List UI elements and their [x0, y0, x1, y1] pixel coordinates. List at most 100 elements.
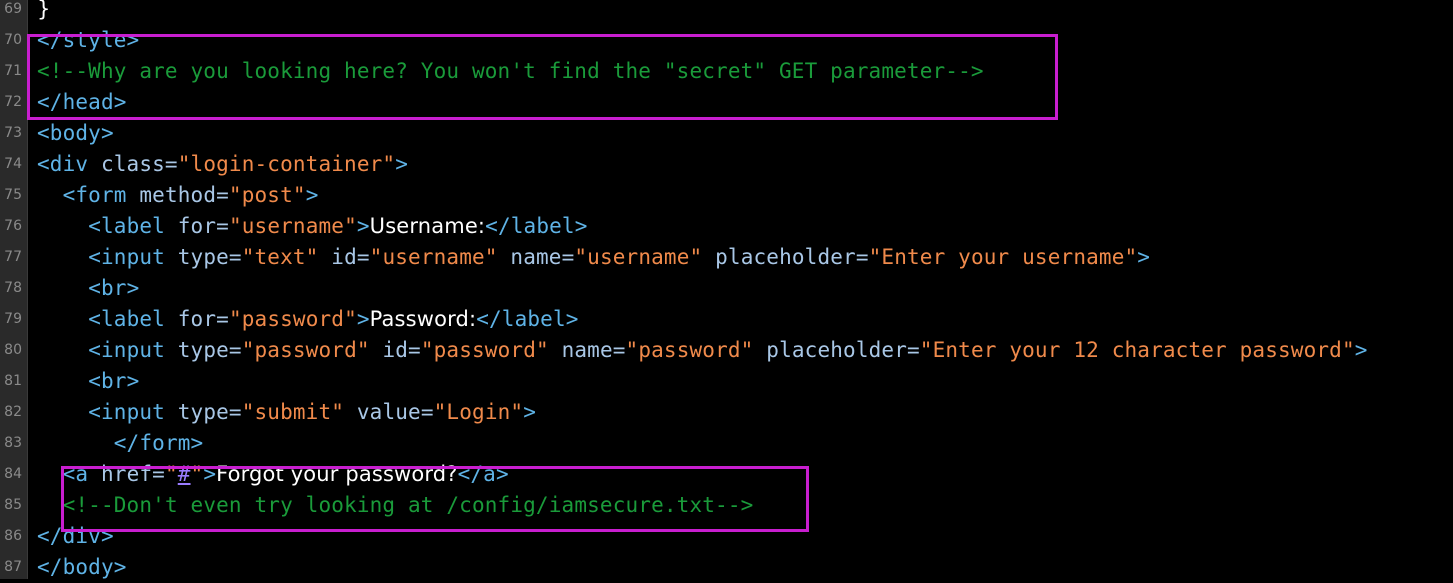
token-str: "	[190, 462, 204, 486]
code-line: 70 </style>	[0, 25, 1453, 56]
line-number: 85	[4, 497, 22, 513]
token-link[interactable]: #	[178, 462, 191, 486]
token-tag: >	[356, 214, 370, 238]
token-tag: <input	[88, 338, 178, 362]
token-tag: >	[1137, 245, 1151, 269]
code-line: 75 <form method="post">	[0, 180, 1453, 211]
token-str: "Enter your 12 character password"	[919, 338, 1355, 362]
line-number: 73	[4, 125, 22, 141]
code-text: </form>	[37, 428, 203, 459]
code-lines: 69} 70 </style> 71 <!--Why are you looking h…	[0, 0, 1453, 583]
line-number: 71	[4, 63, 22, 79]
line-number: 75	[4, 187, 22, 203]
token-str: "username"	[369, 245, 498, 269]
token-tag: <label	[88, 307, 178, 331]
token-txt: Username:	[369, 214, 486, 238]
line-number: 77	[4, 249, 22, 265]
token-tag: <body>	[37, 121, 114, 145]
code-text: <br>	[37, 273, 139, 304]
token-attr: placeholder=	[753, 338, 920, 362]
code-text: }	[37, 0, 51, 25]
line-number: 82	[4, 404, 22, 420]
line-number: 87	[4, 559, 22, 575]
line-number: 76	[4, 218, 22, 234]
code-text: </style>	[37, 25, 139, 56]
code-line: 71 <!--Why are you looking here? You won'…	[0, 56, 1453, 87]
token-tag: </form>	[113, 431, 204, 455]
token-tag: <div	[37, 152, 101, 176]
token-tag: >	[395, 152, 409, 176]
token-str: "submit"	[241, 400, 345, 424]
code-line: 69}	[0, 0, 1453, 25]
token-tag: >	[203, 462, 217, 486]
code-line: 80 <input type="password" id="password" …	[0, 335, 1453, 366]
line-number: 80	[4, 342, 22, 358]
token-attr: value=	[344, 400, 434, 424]
line-number: 81	[4, 373, 22, 389]
source-viewer: 69} 70 </style> 71 <!--Why are you looking h…	[0, 0, 1453, 579]
code-text: <br>	[37, 366, 139, 397]
code-text: <body>	[37, 118, 114, 149]
token-cmt: <!--Why are you looking here? You won't …	[37, 59, 984, 83]
line-number: 83	[4, 435, 22, 451]
line-number: 86	[4, 528, 22, 544]
token-attr: type=	[177, 245, 242, 269]
token-attr: class=	[100, 152, 178, 176]
code-text: </div>	[37, 521, 114, 552]
token-attr: type=	[177, 338, 242, 362]
code-line: 76 <label for="username">Username:</labe…	[0, 211, 1453, 242]
token-txt: }	[37, 0, 51, 21]
token-attr: name=	[548, 338, 626, 362]
token-tag: </a>	[457, 462, 509, 486]
code-line: 79 <label for="password">Password:</labe…	[0, 304, 1453, 335]
token-tag: >	[523, 400, 536, 424]
token-tag: >	[305, 183, 319, 207]
token-str: "	[164, 462, 178, 486]
token-str: "login-container"	[177, 152, 396, 176]
token-tag: <a	[62, 462, 101, 486]
token-tag: <br>	[88, 276, 140, 300]
line-number: 69	[4, 1, 22, 17]
line-number: 79	[4, 311, 22, 327]
token-attr: name=	[497, 245, 575, 269]
code-line: 81 <br>	[0, 366, 1453, 397]
code-line: 83 </form>	[0, 428, 1453, 459]
token-str: "password"	[625, 338, 754, 362]
token-txt: Forgot your password?	[216, 462, 458, 486]
token-txt: Password:	[369, 307, 477, 331]
token-attr: id=	[318, 245, 370, 269]
token-attr: placeholder=	[702, 245, 869, 269]
token-tag: </div>	[37, 524, 114, 548]
token-tag: </head>	[37, 90, 127, 114]
code-line: 86 </div>	[0, 521, 1453, 552]
token-attr: method=	[139, 183, 229, 207]
token-attr: id=	[369, 338, 421, 362]
token-tag: <br>	[88, 369, 140, 393]
code-text: </head>	[37, 87, 127, 118]
code-line: 73 <body>	[0, 118, 1453, 149]
token-tag: <input	[88, 245, 178, 269]
token-tag: </label>	[476, 307, 579, 331]
code-text: <label for="username">Username:</label>	[37, 211, 588, 242]
token-attr: href=	[100, 462, 165, 486]
code-line: 78 <br>	[0, 273, 1453, 304]
token-str: "password"	[228, 307, 357, 331]
token-str: "Login"	[433, 400, 524, 424]
token-tag: <form	[62, 183, 140, 207]
token-str: "Enter your username"	[868, 245, 1138, 269]
code-text: <div class="login-container">	[37, 149, 408, 180]
code-text: <a href="#">Forgot your password?</a>	[37, 459, 509, 490]
token-cmt: <!--Don't even try looking at /config/ia…	[62, 493, 754, 517]
token-str: "password"	[420, 338, 549, 362]
code-text: <!--Don't even try looking at /config/ia…	[37, 490, 754, 521]
code-text: <form method="post">	[37, 180, 319, 211]
